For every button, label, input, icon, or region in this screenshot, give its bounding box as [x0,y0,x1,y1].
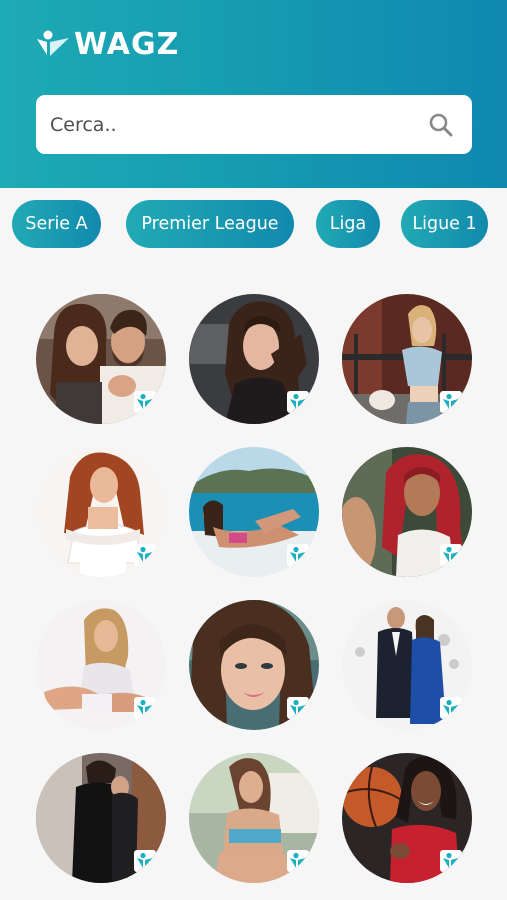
profile-avatar[interactable] [36,753,166,883]
verified-badge-icon [440,391,462,413]
verified-badge-icon [287,697,309,719]
verified-badge-icon [287,544,309,566]
verified-badge-icon [134,850,156,872]
verified-badge-icon [134,544,156,566]
verified-badge-icon [134,697,156,719]
verified-badge-icon [287,850,309,872]
profile-avatar[interactable] [36,600,166,730]
verified-badge-icon [134,391,156,413]
profile-avatar[interactable] [342,447,472,577]
profile-avatar[interactable] [342,294,472,424]
profile-avatar[interactable] [342,600,472,730]
profile-avatar[interactable] [36,447,166,577]
profile-avatar[interactable] [189,753,319,883]
profile-avatar[interactable] [342,753,472,883]
profile-avatar[interactable] [189,294,319,424]
verified-badge-icon [440,697,462,719]
verified-badge-icon [440,544,462,566]
verified-badge-icon [440,850,462,872]
profile-grid [0,0,507,900]
profile-avatar[interactable] [189,447,319,577]
verified-badge-icon [287,391,309,413]
profile-avatar[interactable] [36,294,166,424]
profile-avatar[interactable] [189,600,319,730]
